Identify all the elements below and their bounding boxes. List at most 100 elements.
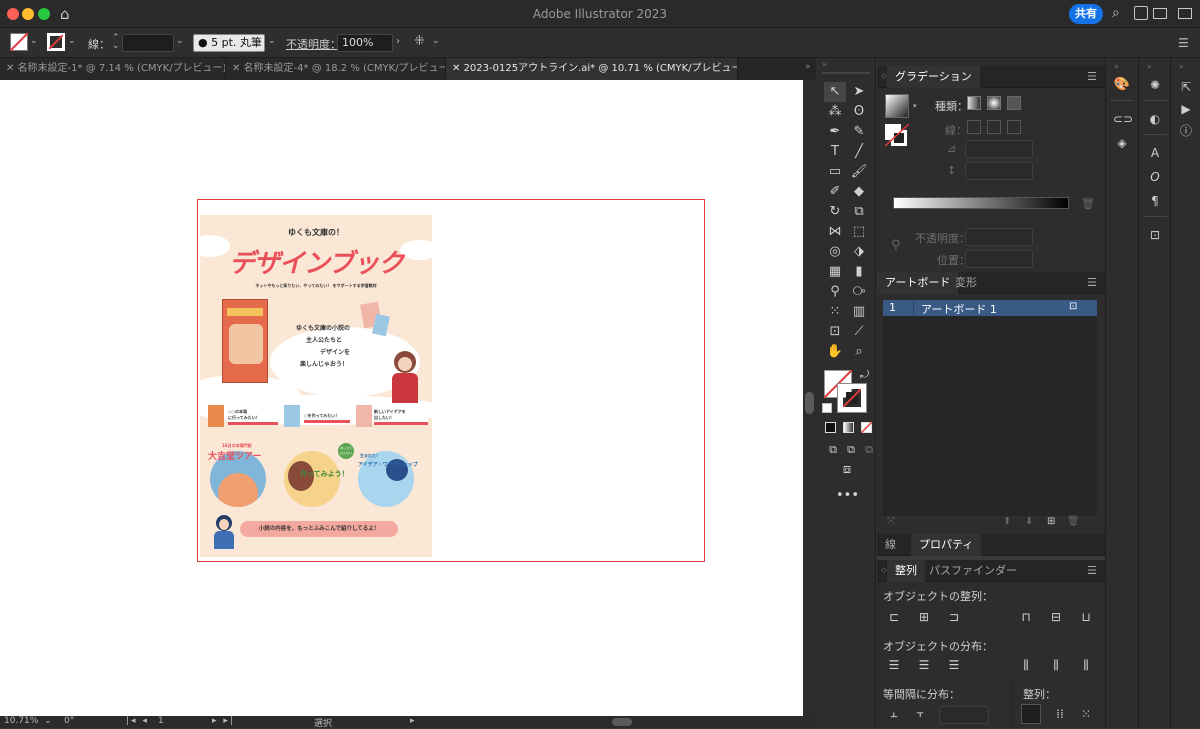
chevron-down-icon[interactable]: ▾ (913, 102, 917, 110)
paragraph-panel-icon[interactable]: ¶ (1146, 192, 1164, 210)
move-down-icon[interactable]: ⬇ (1025, 516, 1033, 527)
search-icon[interactable]: ⌕ (1112, 5, 1120, 21)
tab-document-1[interactable]: ✕ 名称未設定-1* @ 7.14 % (CMYK/プレビュー) (0, 58, 226, 80)
panel-menu-icon[interactable]: ☰ (1087, 276, 1097, 289)
screen-mode-icon[interactable]: ⧈ (836, 460, 858, 480)
freeform-gradient-button[interactable] (1007, 96, 1021, 110)
chevron-down-icon[interactable]: ⌄ (432, 36, 440, 46)
chevron-down-icon[interactable]: ⌄ (44, 716, 52, 726)
gradient-opacity-input[interactable] (965, 228, 1033, 246)
stroke-gradient-across-button[interactable] (1007, 120, 1021, 134)
rectangle-tool-icon[interactable]: ▭ (824, 162, 846, 182)
curvature-tool-icon[interactable]: ✎ (848, 122, 870, 142)
panel-menu-icon[interactable]: ☰ (1087, 564, 1097, 577)
tab-document-active[interactable]: ✕ 2023-0125アウトライン.ai* @ 10.71 % (CMYK/プレ… (446, 58, 738, 80)
tab-gradient[interactable]: グラデーション (887, 66, 980, 88)
info-icon[interactable]: ⓘ (1177, 122, 1195, 140)
new-artboard-icon[interactable]: ⊞ (1047, 516, 1055, 527)
gradient-position-input[interactable] (965, 250, 1033, 268)
fill-stroke-gradient-swatch[interactable] (885, 124, 909, 146)
blend-tool-icon[interactable]: ⧂ (848, 282, 870, 302)
more-tools-icon[interactable]: ••• (836, 486, 859, 506)
free-transform-tool-icon[interactable]: ⬚ (848, 222, 870, 242)
arrange-documents-icon[interactable] (1178, 8, 1192, 19)
align-vcenter-icon[interactable]: ⊟ (1047, 608, 1065, 626)
tab-transform[interactable]: 変形 (947, 272, 985, 294)
tab-properties[interactable]: プロパティ (911, 534, 982, 556)
selection-tool-icon[interactable]: ↖ (824, 82, 846, 102)
opentype-panel-icon[interactable]: O (1146, 168, 1164, 186)
artboard-number[interactable]: 1 (158, 716, 164, 726)
tab-document-4[interactable]: ✕ 名称未設定-4* @ 18.2 % (CMYK/プレビュー) (226, 58, 446, 80)
asset-export-icon[interactable]: ⊡ (1146, 226, 1164, 244)
collapse-icon[interactable]: » (1114, 62, 1119, 71)
align-left-icon[interactable]: ⊏ (885, 608, 903, 626)
collapse-icon[interactable]: » (822, 60, 827, 69)
chevron-down-icon[interactable]: ⌄ (68, 36, 76, 46)
chevron-right-icon[interactable]: › (396, 36, 400, 47)
fill-swatch[interactable] (10, 33, 28, 51)
chevron-down-icon[interactable]: ⌄ (268, 36, 276, 46)
panel-menu-icon[interactable]: ☰ (1178, 36, 1189, 50)
panel-menu-icon[interactable]: ☰ (1087, 70, 1097, 83)
scale-tool-icon[interactable]: ⧉ (848, 202, 870, 222)
linear-gradient-button[interactable] (967, 96, 981, 110)
radial-gradient-button[interactable] (987, 96, 1001, 110)
artboard-nav-last-icon[interactable]: ▸ ▸| (212, 716, 235, 726)
tab-stroke[interactable]: 線 (877, 534, 904, 556)
zoom-tool-icon[interactable]: ⌕ (848, 342, 870, 362)
discover-icon[interactable] (1134, 6, 1148, 20)
artboard-tool-icon[interactable]: ⊡ (824, 322, 846, 342)
zoom-level[interactable]: 10.71% (4, 716, 38, 726)
hand-tool-icon[interactable]: ✋ (824, 342, 846, 362)
collapse-icon[interactable]: » (1147, 62, 1152, 71)
move-up-icon[interactable]: ⬆ (1003, 516, 1011, 527)
trash-icon[interactable]: 🗑 (1081, 197, 1095, 210)
shape-builder-tool-icon[interactable]: ◎ (824, 242, 846, 262)
panel-collapse-icon[interactable]: ◇ (881, 72, 886, 80)
brush-definition-select[interactable]: ● 5 pt. 丸筆 (193, 34, 265, 52)
close-icon[interactable]: ✕ (232, 63, 244, 74)
gradient-tool-icon[interactable]: ▮ (848, 262, 870, 282)
character-panel-icon[interactable]: A (1146, 144, 1164, 162)
distribute-hspace-icon[interactable]: ⫟ (911, 704, 929, 722)
mesh-tool-icon[interactable]: ▦ (824, 262, 846, 282)
distribute-hcenter-icon[interactable]: ⫼ (1047, 656, 1065, 674)
chevron-down-icon[interactable]: ⌄ (176, 36, 184, 46)
swap-colors-icon[interactable]: ⤾ (860, 368, 869, 382)
chevron-right-icon[interactable]: ▸ (410, 716, 415, 726)
shaper-tool-icon[interactable]: ✐ (824, 182, 846, 202)
tab-pathfinder[interactable]: パスファインダー (921, 560, 1025, 582)
scroll-thumb[interactable] (805, 392, 814, 414)
rotate-tool-icon[interactable]: ↻ (824, 202, 846, 222)
rotation-value[interactable]: 0° (64, 716, 74, 726)
gradient-mode-icon[interactable] (843, 422, 854, 433)
distribute-right-icon[interactable]: ⫼ (1077, 656, 1095, 674)
artboard-nav-first-icon[interactable]: |◂ ◂ (126, 716, 149, 726)
eraser-tool-icon[interactable]: ◆ (848, 182, 870, 202)
line-tool-icon[interactable]: ╱ (848, 142, 870, 162)
distribute-top-icon[interactable]: ☰ (885, 656, 903, 674)
direct-selection-tool-icon[interactable]: ➤ (848, 82, 870, 102)
graph-tool-icon[interactable]: ▥ (848, 302, 870, 322)
align-to-selection-icon[interactable]: ⁞⁞ (1051, 705, 1069, 723)
artboard-options-icon[interactable]: ⊡ (1069, 301, 1077, 312)
stroke-gradient-along-button[interactable] (987, 120, 1001, 134)
stroke-weight-input[interactable] (122, 34, 174, 52)
artboard-row[interactable]: 1 アートボード 1 ⊡ (883, 300, 1097, 316)
rearrange-icon[interactable]: ⤧ (887, 516, 895, 527)
share-button[interactable]: 共有 (1069, 4, 1103, 24)
align-bottom-icon[interactable]: ⊔ (1077, 608, 1095, 626)
transparency-panel-icon[interactable]: ◐ (1146, 110, 1164, 128)
stroke-color-swatch[interactable] (837, 383, 867, 413)
stroke-swatch[interactable] (47, 33, 65, 51)
opacity-label[interactable]: 不透明度： (286, 36, 341, 52)
artboard-row-name[interactable]: アートボード 1 (921, 301, 997, 317)
paintbrush-tool-icon[interactable]: 🖌 (848, 162, 870, 182)
expand-icon[interactable]: » (805, 62, 811, 72)
links-panel-icon[interactable]: ⊂⊃ (1113, 110, 1133, 128)
live-paint-tool-icon[interactable]: ⬗ (848, 242, 870, 262)
stroke-gradient-within-button[interactable] (967, 120, 981, 134)
align-to-artboard-button[interactable] (1021, 704, 1041, 724)
recolor-icon[interactable]: ⁜ (414, 34, 425, 49)
